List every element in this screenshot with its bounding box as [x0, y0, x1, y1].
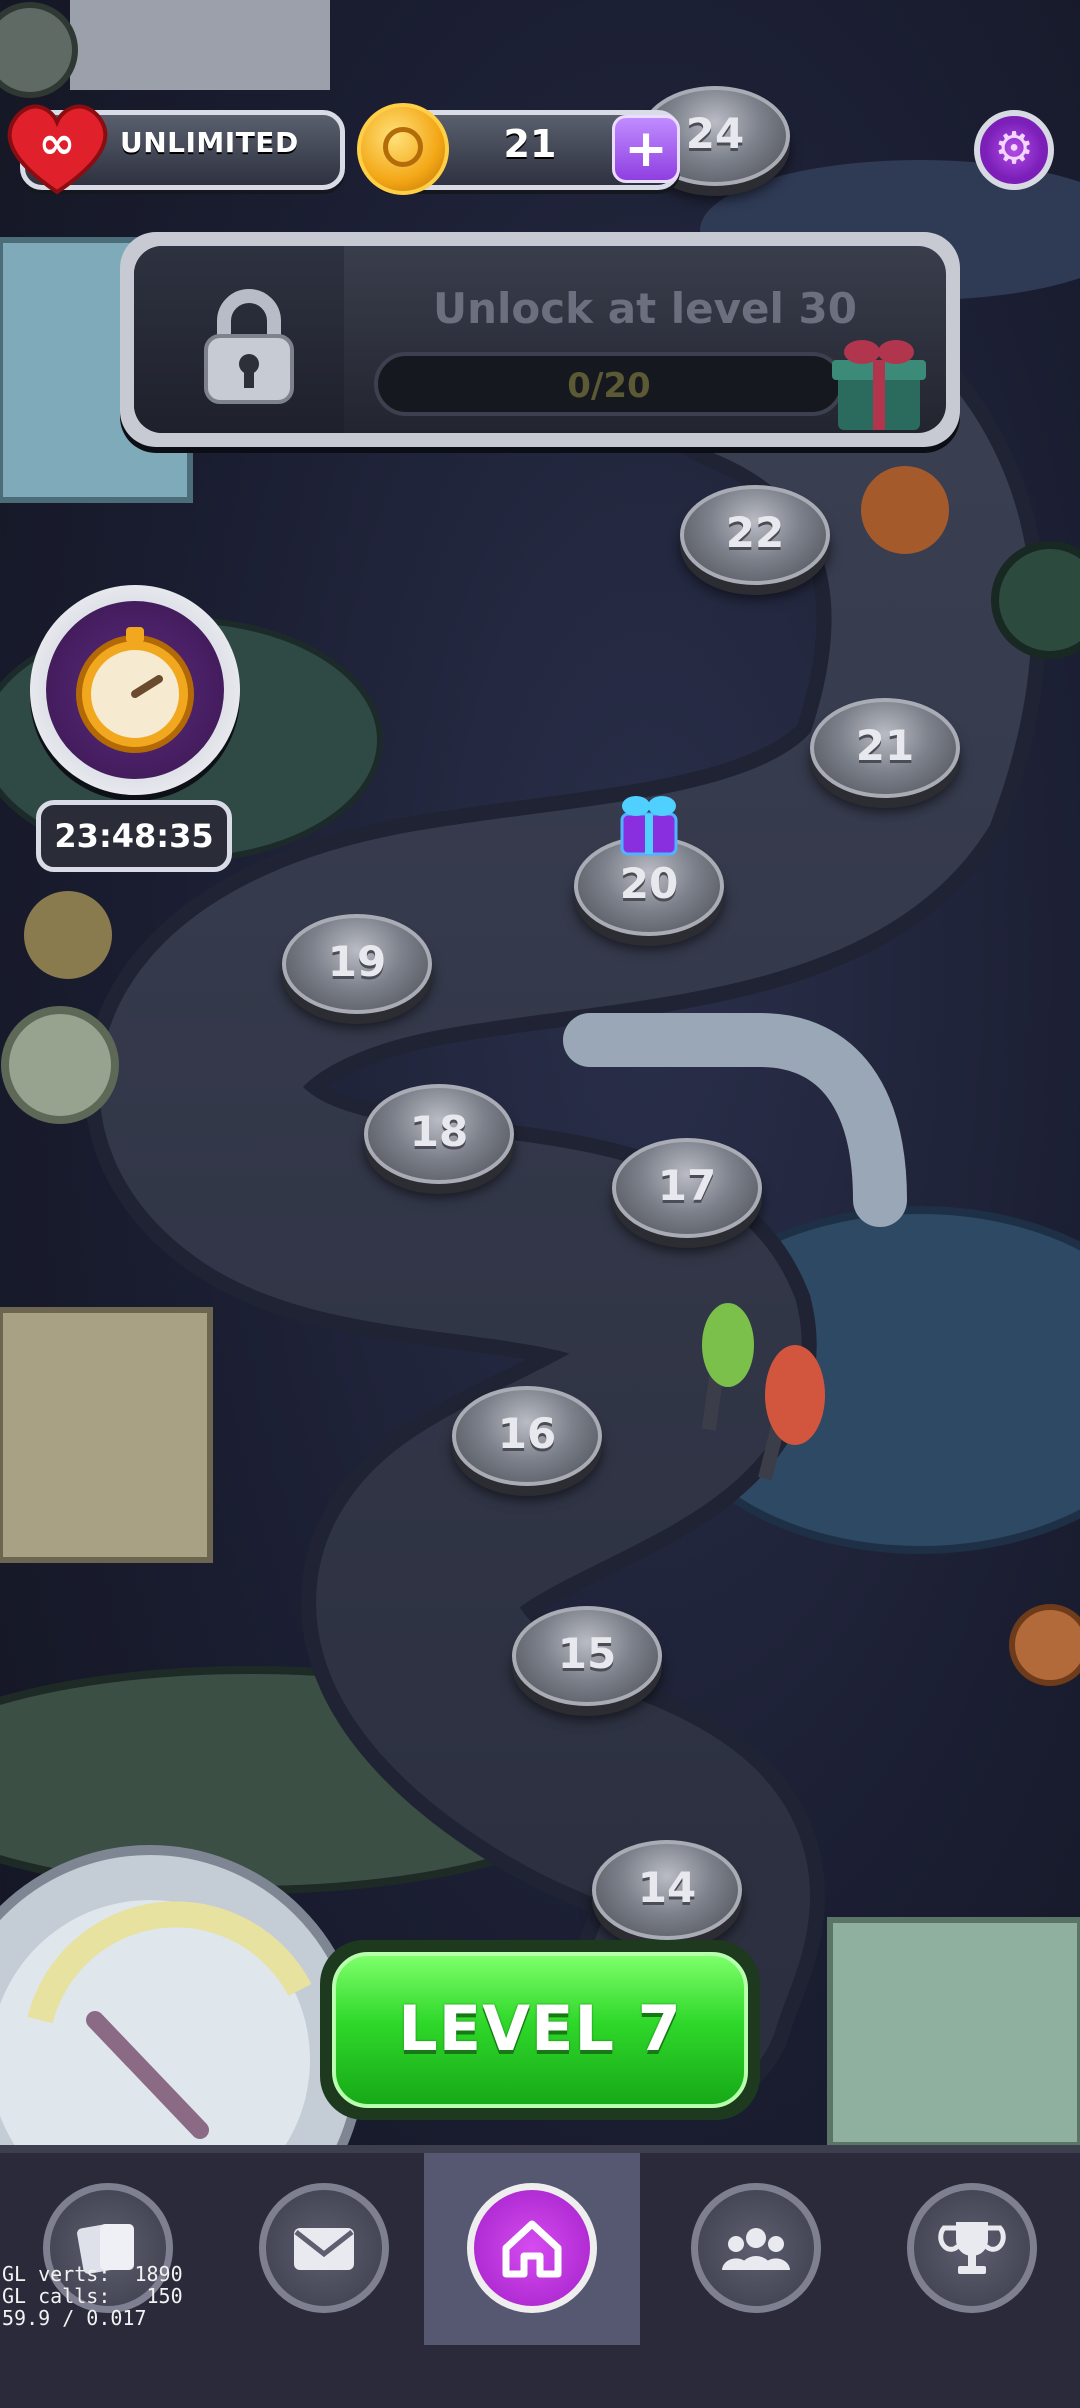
- trophy-icon: [907, 2183, 1037, 2313]
- lock-panel: [134, 246, 344, 433]
- play-level-label: LEVEL 7: [332, 1952, 748, 2108]
- level-node-19[interactable]: 19: [282, 914, 432, 1014]
- gift-icon: [614, 786, 684, 858]
- level-node-15[interactable]: 15: [512, 1606, 662, 1706]
- nav-home[interactable]: [424, 2153, 640, 2345]
- unlock-progress-bar: 0/20: [374, 352, 844, 416]
- debug-line: GL verts: 1890: [2, 2262, 183, 2286]
- svg-text:∞: ∞: [39, 118, 76, 169]
- debug-line: 59.9 / 0.017: [2, 2306, 147, 2330]
- level-node-14[interactable]: 14: [592, 1840, 742, 1940]
- stopwatch-icon: [76, 627, 194, 753]
- home-icon: [467, 2183, 597, 2313]
- level-node-22[interactable]: 22: [680, 485, 830, 585]
- coin-icon: [357, 103, 449, 195]
- team-icon: [691, 2183, 821, 2313]
- level-number: 14: [637, 1863, 697, 1912]
- unlock-banner: Unlock at level 30 0/20: [120, 232, 960, 447]
- level-number: 22: [725, 508, 785, 557]
- lock-icon: [204, 289, 294, 404]
- nav-trophy[interactable]: [864, 2153, 1080, 2345]
- debug-overlay: GL verts: 1890 GL calls: 150 59.9 / 0.017: [2, 2263, 183, 2329]
- level-node-18[interactable]: 18: [364, 1084, 514, 1184]
- debug-line: GL calls: 150: [2, 2284, 183, 2308]
- level-number: 17: [657, 1161, 717, 1210]
- settings-gear-icon[interactable]: ⚙: [974, 110, 1054, 190]
- heart-icon: ∞: [7, 104, 108, 195]
- mail-icon: [259, 2183, 389, 2313]
- level-number: 15: [557, 1629, 617, 1678]
- level-node-16[interactable]: 16: [452, 1386, 602, 1486]
- nav-team[interactable]: [648, 2153, 864, 2345]
- play-level-button[interactable]: LEVEL 7: [320, 1940, 760, 2120]
- coin-count: 21: [503, 122, 557, 166]
- level-number: 19: [327, 937, 387, 986]
- level-node-21[interactable]: 21: [810, 698, 960, 798]
- event-timer-badge[interactable]: [30, 585, 240, 795]
- buy-coins-button[interactable]: +: [612, 115, 680, 183]
- lives-label: UNLIMITED: [120, 126, 299, 159]
- progress-text: 0/20: [567, 366, 651, 406]
- level-node-17[interactable]: 17: [612, 1138, 762, 1238]
- level-number: 18: [409, 1107, 469, 1156]
- level-number: 16: [497, 1409, 557, 1458]
- gift-box-icon: [832, 340, 926, 430]
- event-timer-text: 23:48:35: [36, 800, 232, 872]
- level-number: 21: [855, 721, 915, 770]
- nav-mail[interactable]: [216, 2153, 432, 2345]
